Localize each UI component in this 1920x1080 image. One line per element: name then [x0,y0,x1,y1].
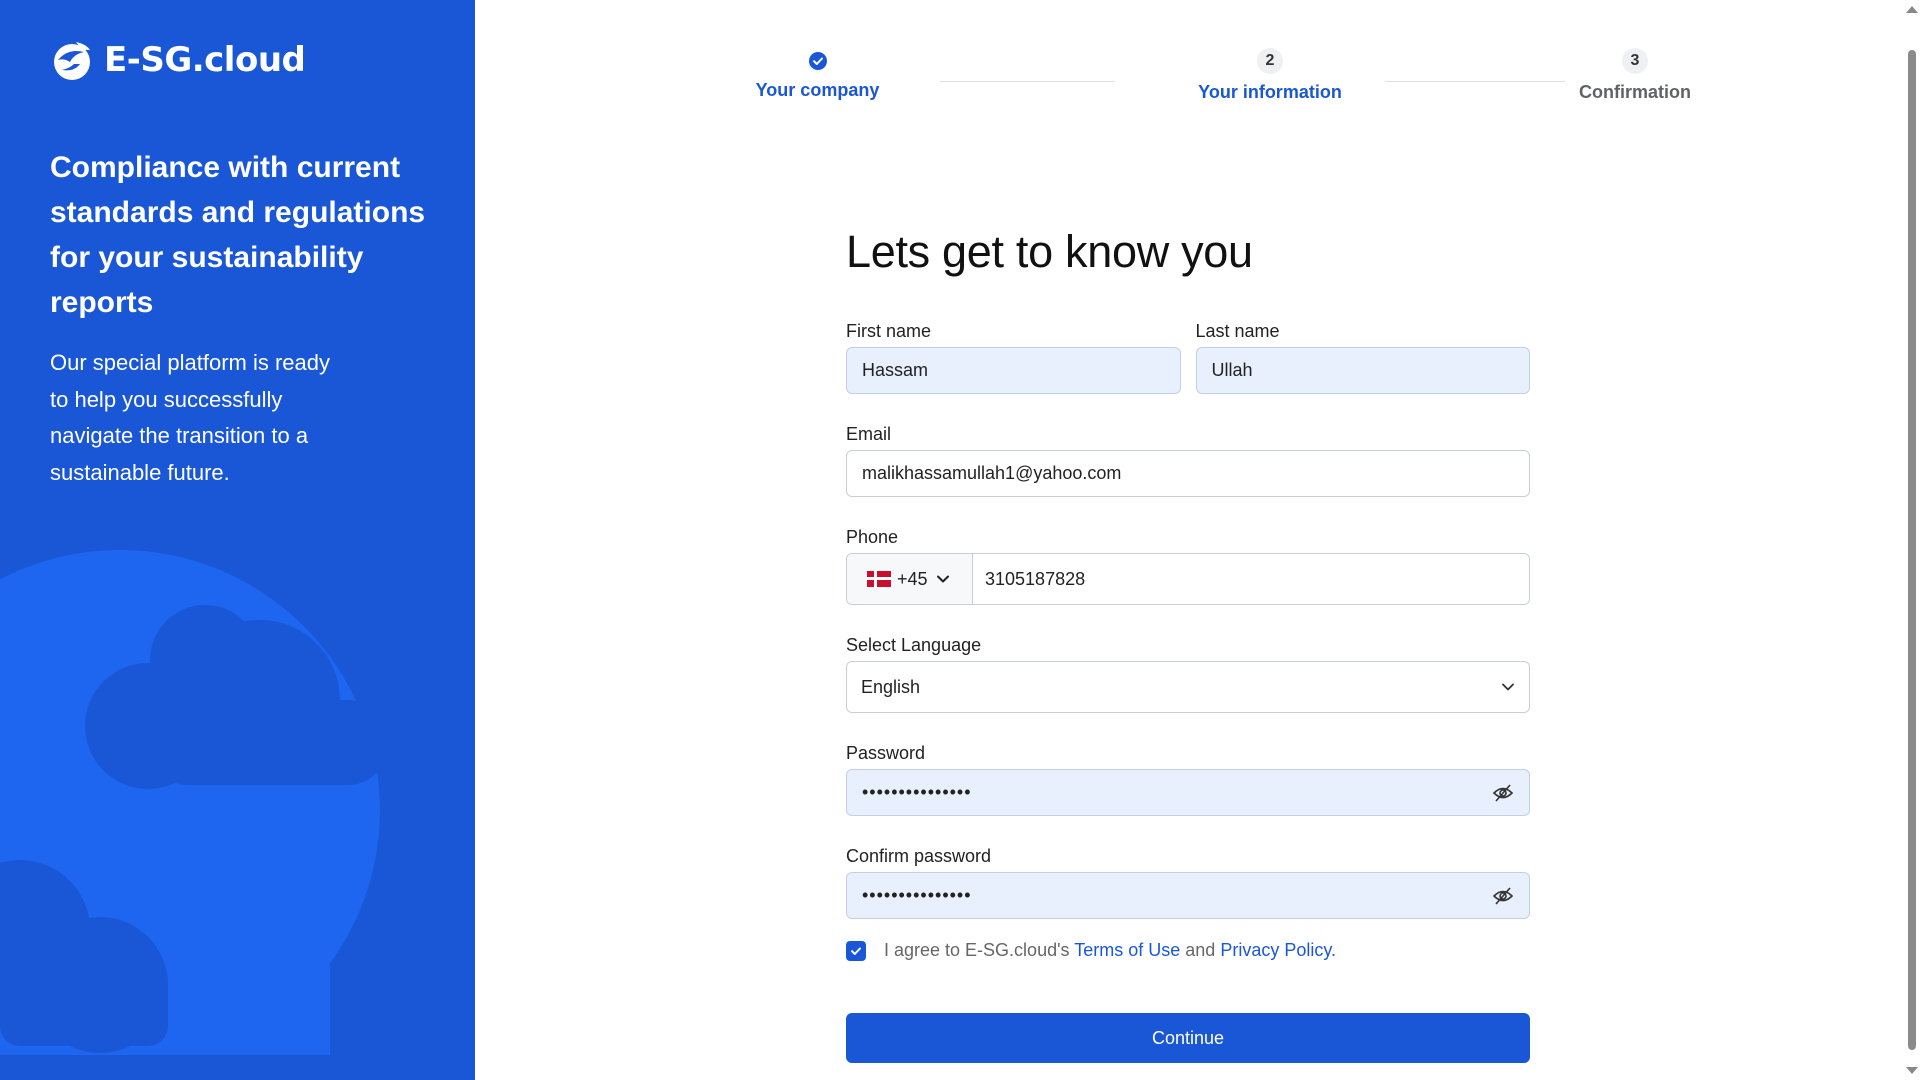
eye-off-icon[interactable] [1492,783,1514,803]
first-name-label: First name [846,321,932,341]
language-label: Select Language [846,635,982,655]
step-number: 2 [1257,48,1283,74]
step-confirmation[interactable]: 3 Confirmation [1555,48,1715,103]
first-name-field[interactable]: Hassam [846,347,1181,394]
email-label: Email [846,424,892,444]
brand-headline: Compliance with current standards and re… [50,151,426,319]
confirm-password-masked-value: ••••••••••••••• [862,885,972,905]
step-label: Your information [1198,82,1342,102]
confirm-password-label: Confirm password [846,846,992,866]
country-code-value: +45 [897,568,928,589]
privacy-policy-text: Privacy Policy [1220,940,1332,960]
step-completed-check-icon [804,48,831,74]
terms-checkbox[interactable] [846,940,866,961]
phone-input-group: +45 3105187828 [846,553,1530,605]
terms-prefix: I agree to E-SG.cloud's [884,940,1070,960]
password-field[interactable]: ••••••••••••••• [846,769,1530,816]
terms-of-use-link[interactable]: Terms of Use [1074,940,1180,960]
privacy-policy-link[interactable]: Privacy Policy. [1220,940,1336,960]
vertical-scrollbar[interactable] [1903,0,1920,1080]
step-your-information[interactable]: 2 Your information [1180,48,1360,103]
language-selected-value: English [861,676,921,697]
scrollbar-thumb[interactable] [1908,50,1916,1050]
phone-number-field[interactable]: 3105187828 [973,554,1529,604]
privacy-policy-suffix: . [1331,940,1337,960]
logo-swirl-icon [54,42,90,80]
eye-off-icon[interactable] [1492,886,1514,906]
checkmark-icon [851,947,861,955]
terms-and: and [1185,940,1216,960]
terms-agreement: I agree to E-SG.cloud's Terms of Use and… [846,940,1530,961]
chevron-down-icon [936,575,949,583]
password-label: Password [846,743,926,763]
continue-button[interactable]: Continue [846,1013,1530,1063]
chevron-down-icon [1502,683,1514,691]
progress-stepper: Your company 2 Your information 3 Confir… [700,48,1780,118]
signup-page: E-SG.cloud Compliance with current stand… [0,0,1920,1080]
brand-panel: E-SG.cloud Compliance with current stand… [0,0,475,1080]
terms-text: I agree to E-SG.cloud's Terms of Use and… [884,940,1336,961]
step-connector [1385,81,1565,82]
step-number: 3 [1622,48,1648,74]
phone-label: Phone [846,527,899,547]
confirm-password-field[interactable]: ••••••••••••••• [846,872,1530,919]
country-code-select[interactable]: +45 [847,554,973,604]
last-name-label: Last name [1195,321,1280,341]
last-name-field[interactable]: Ullah [1195,347,1530,394]
email-field[interactable]: malikhassamullah1@yahoo.com [846,450,1530,497]
logo-text: E-SG.cloud [104,40,306,80]
step-connector [940,81,1115,82]
step-label: Confirmation [1579,82,1691,102]
brand-logo[interactable]: E-SG.cloud [50,38,306,82]
scroll-down-arrow-icon[interactable] [1906,1067,1918,1074]
scroll-up-arrow-icon[interactable] [1906,6,1918,13]
form-title: Lets get to know you [846,226,1253,277]
step-label: Your company [755,80,880,100]
language-select[interactable]: English [846,661,1530,713]
denmark-flag-icon [867,571,891,587]
personal-info-form: Lets get to know you First name Hassam L… [846,226,1530,1063]
password-masked-value: ••••••••••••••• [862,782,972,802]
step-your-company[interactable]: Your company [745,48,890,101]
brand-subline: Our special platform is ready to help yo… [50,350,330,485]
